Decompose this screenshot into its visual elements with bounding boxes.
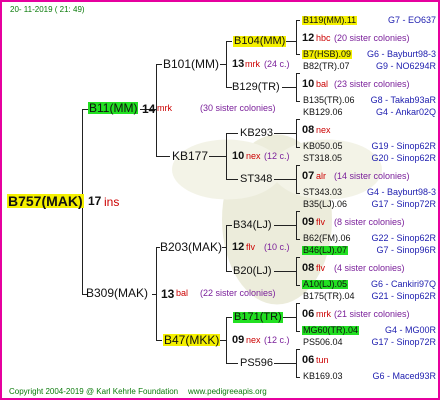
ancestor-bottom-7[interactable]: MG60(TR).04 (302, 326, 360, 335)
ancestor-mating-6: flv (316, 263, 325, 273)
ancestor-mating-5: flv (316, 217, 325, 227)
gp-year-1: 13 (232, 58, 245, 70)
ancestor-year-8: 06 (302, 354, 315, 366)
ancestor-top-4[interactable]: ST318.05 (302, 154, 343, 163)
ancestor-bottom-8[interactable]: KB169.03 (302, 372, 344, 381)
ancestor-bottom-location-7: G4 - MG00R (384, 325, 436, 335)
ancestor-mating-2: bal (316, 79, 329, 89)
ggp-queen-1[interactable]: B104(MM) (233, 36, 287, 47)
ancestor-bottom-6[interactable]: A10(LJ).05 (302, 280, 349, 289)
footer-site-link[interactable]: www.pedigreeapis.org (188, 388, 267, 396)
ancestor-top-8[interactable]: PS506.04 (302, 338, 344, 347)
ancestor-top-2[interactable]: B82(TR).07 (302, 62, 351, 71)
parent-year-1: 14 (142, 102, 156, 116)
ancestor-top-3[interactable]: KB129.06 (302, 108, 344, 117)
ancestor-top-5[interactable]: B35(LJ).06 (302, 200, 348, 209)
gp-sisters-4: (12 c.) (264, 335, 290, 345)
ggp-queen-3[interactable]: KB293 (240, 128, 273, 139)
ancestor-mating-8: tun (316, 355, 329, 365)
ancestor-year-5: 09 (302, 216, 315, 228)
gp-queen-4[interactable]: B47(MKK) (163, 334, 221, 346)
ancestor-bottom-location-6: G6 - Cankiri97Q (370, 279, 436, 289)
gp-year-2: 10 (232, 150, 245, 162)
root-mating: ins (104, 195, 120, 209)
ggp-queen-4[interactable]: ST348 (240, 174, 272, 185)
ancestor-top-location-4: G20 - Sinop62R (371, 153, 436, 163)
ancestor-sisters-6: (4 sister colonies) (334, 263, 405, 273)
root-queen[interactable]: B757(MAK) (7, 194, 84, 208)
ancestor-bottom-3[interactable]: KB050.05 (302, 142, 344, 151)
ancestor-bottom-location-4: G4 - Bayburt98-3 (366, 187, 436, 197)
ancestor-year-4: 07 (302, 170, 315, 182)
ggp-queen-2[interactable]: B129(TR) (232, 82, 280, 93)
gp-sisters-1: (24 c.) (264, 59, 290, 69)
parent-sisters-2: (22 sister colonies) (200, 288, 276, 298)
ancestor-top-6[interactable]: B46(LJ).07 (302, 246, 349, 255)
ancestor-bottom-1[interactable]: B7(HSB).09 (302, 50, 353, 59)
gp-year-4: 09 (232, 334, 245, 346)
ancestor-bottom-location-3: G19 - Sinop62R (371, 141, 436, 151)
ancestor-bottom-location-5: G22 - Sinop62R (371, 233, 436, 243)
parent-queen-2[interactable]: B309(MAK) (86, 287, 148, 299)
ancestor-bottom-2[interactable]: B135(TR).06 (302, 96, 356, 105)
gp-mating-2: nex (246, 151, 261, 161)
ancestor-top-location-5: G17 - Sinop72R (371, 199, 436, 209)
parent-mating-1: mrk (157, 103, 172, 113)
ancestor-top-location-7: G21 - Sinop62R (371, 291, 436, 301)
footer-copyright: Copyright 2004-2019 @ Karl Kehrle Founda… (9, 387, 179, 396)
ancestor-top-location-3: G4 - Ankar02Q (375, 107, 436, 117)
ancestor-bottom-4[interactable]: ST343.03 (302, 188, 343, 197)
ancestor-mating-7: mrk (316, 309, 331, 319)
gp-year-3: 12 (232, 241, 245, 253)
gp-queen-1[interactable]: B101(MM) (163, 58, 219, 70)
ancestor-sisters-5: (8 sister colonies) (334, 217, 405, 227)
gp-queen-2[interactable]: KB177 (172, 150, 208, 162)
ancestor-top-location-2: G9 - NO6294R (375, 61, 436, 71)
ancestor-sisters-4: (14 sister colonies) (334, 171, 410, 181)
ancestor-bottom-location-1: G6 - Bayburt98-3 (366, 49, 436, 59)
ancestor-top-7[interactable]: B175(TR).04 (302, 292, 356, 301)
gp-mating-3: flv (246, 242, 255, 252)
ancestor-sisters-1: (20 sister colonies) (334, 33, 410, 43)
gp-sisters-2: (12 c.) (264, 151, 290, 161)
ancestor-sisters-2: (23 sister colonies) (334, 79, 410, 89)
ggp-queen-8[interactable]: PS596 (240, 358, 273, 369)
ancestor-top-location-8: G17 - Sinop72R (371, 337, 436, 347)
pedigree-frame: 20- 11-2019 ( 21: 49) B757(MAK) 17 ins B… (0, 0, 440, 400)
gp-mating-1: mrk (245, 59, 260, 69)
ancestor-mating-1: hbc (316, 33, 331, 43)
gp-queen-3[interactable]: B203(MAK) (160, 241, 222, 253)
ancestor-year-7: 06 (302, 308, 315, 320)
ancestor-bottom-location-8: G6 - Maced93R (372, 371, 436, 381)
ancestor-bottom-5[interactable]: B62(FM).06 (302, 234, 352, 243)
ancestor-year-2: 10 (302, 78, 315, 90)
ggp-queen-7[interactable]: B171(TR) (233, 312, 283, 323)
ancestor-top-location-6: G7 - Sinop96R (376, 245, 436, 255)
parent-mating-2: bal (176, 288, 189, 298)
ggp-queen-6[interactable]: B20(LJ) (233, 266, 272, 277)
ancestor-year-6: 08 (302, 262, 315, 274)
parent-sisters-1: (30 sister colonies) (200, 103, 276, 113)
parent-queen-1[interactable]: B11(MM) (88, 102, 139, 114)
ggp-queen-5[interactable]: B34(LJ) (233, 220, 272, 231)
gp-sisters-3: (10 c.) (264, 242, 290, 252)
ancestor-mating-3: nex (316, 125, 331, 135)
ancestor-top-location-1: G7 - EO637 (387, 15, 436, 25)
gp-mating-4: nex (246, 335, 261, 345)
ancestor-top-1[interactable]: B119(MM).11 (302, 16, 358, 25)
ancestor-sisters-7: (21 sister colonies) (334, 309, 410, 319)
root-year: 17 (88, 194, 102, 208)
ancestor-bottom-location-2: G8 - Takab93aR (370, 95, 436, 105)
parent-year-2: 13 (161, 287, 175, 301)
ancestor-year-1: 12 (302, 32, 315, 44)
pedigree-date: 20- 11-2019 ( 21: 49) (10, 5, 85, 14)
ancestor-year-3: 08 (302, 124, 315, 136)
ancestor-mating-4: alr (316, 171, 327, 181)
